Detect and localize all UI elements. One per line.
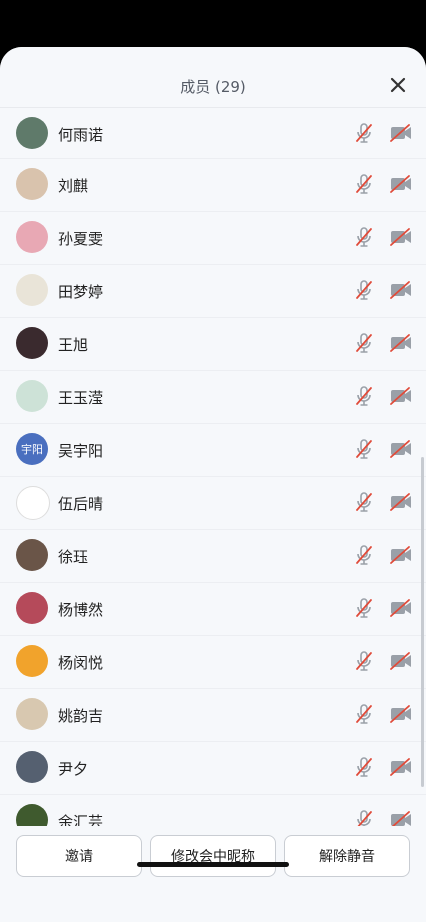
member-name: 伍后晴 [58,495,104,513]
mic-muted-icon[interactable] [352,490,376,514]
member-row[interactable]: 宇阳 吴宇阳 [0,424,426,477]
camera-off-icon[interactable] [388,808,414,826]
avatar [16,380,48,412]
mic-muted-icon[interactable] [352,649,376,673]
mic-muted-icon[interactable] [352,331,376,355]
member-name: 王玉滢 [58,389,104,407]
mic-muted-icon[interactable] [352,596,376,620]
member-name: 杨闵悦 [58,654,104,672]
camera-off-icon[interactable] [388,172,414,196]
member-row[interactable]: 伍后晴 [0,477,426,530]
avatar [16,751,48,783]
scrollbar[interactable] [421,457,424,787]
member-row[interactable]: 田梦婷 [0,265,426,318]
mic-muted-icon[interactable] [352,278,376,302]
member-row[interactable]: 杨博然 [0,583,426,636]
camera-off-icon[interactable] [388,331,414,355]
member-row[interactable]: 尹夕 [0,742,426,795]
member-name: 刘麒 [58,177,89,195]
camera-off-icon[interactable] [388,596,414,620]
member-row[interactable]: 孙夏雯 [0,212,426,265]
mic-muted-icon[interactable] [352,172,376,196]
home-indicator [137,862,289,867]
avatar [16,327,48,359]
avatar-text: 宇阳 [21,443,43,456]
camera-off-icon[interactable] [388,437,414,461]
camera-off-icon[interactable] [388,755,414,779]
mic-muted-icon[interactable] [352,437,376,461]
camera-off-icon[interactable] [388,543,414,567]
member-name: 杨博然 [58,601,104,619]
member-row[interactable]: 徐珏 [0,530,426,583]
close-icon [390,77,406,93]
member-name: 余汇芸 [58,813,104,826]
mic-muted-icon[interactable] [352,808,376,826]
camera-off-icon[interactable] [388,490,414,514]
members-sheet: 成员 (29) 何雨诺刘麒孙夏雯田梦婷王旭王玉滢宇阳 吴宇阳伍后晴徐珏杨博然杨闵悦… [0,47,426,922]
rename-button[interactable]: 修改会中昵称 [150,835,276,877]
camera-off-icon[interactable] [388,121,414,145]
avatar [16,698,48,730]
avatar [16,592,48,624]
avatar [16,486,50,520]
member-row[interactable]: 刘麒 [0,159,426,212]
member-row[interactable]: 杨闵悦 [0,636,426,689]
member-name: 尹夕 [58,760,89,778]
member-name: 田梦婷 [58,283,104,301]
member-name: 王旭 [58,336,89,354]
sheet-header: 成员 (29) [0,47,426,108]
mic-muted-icon[interactable] [352,225,376,249]
camera-off-icon[interactable] [388,225,414,249]
avatar [16,804,48,826]
avatar [16,274,48,306]
camera-off-icon[interactable] [388,384,414,408]
camera-off-icon[interactable] [388,278,414,302]
invite-button[interactable]: 邀请 [16,835,142,877]
avatar [16,117,48,149]
avatar [16,539,48,571]
member-name: 孙夏雯 [58,230,104,248]
member-name: 吴宇阳 [58,442,104,460]
member-row[interactable]: 何雨诺 [0,108,426,159]
camera-off-icon[interactable] [388,702,414,726]
unmute-all-button[interactable]: 解除静音 [284,835,410,877]
footer-actions: 邀请 修改会中昵称 解除静音 [0,827,426,922]
mic-muted-icon[interactable] [352,543,376,567]
avatar [16,645,48,677]
member-row[interactable]: 王玉滢 [0,371,426,424]
member-row[interactable]: 余汇芸 [0,795,426,826]
mic-muted-icon[interactable] [352,755,376,779]
mic-muted-icon[interactable] [352,121,376,145]
member-list[interactable]: 何雨诺刘麒孙夏雯田梦婷王旭王玉滢宇阳 吴宇阳伍后晴徐珏杨博然杨闵悦姚韵吉尹夕余汇芸 [0,108,426,826]
mic-muted-icon[interactable] [352,702,376,726]
member-row[interactable]: 姚韵吉 [0,689,426,742]
avatar [16,221,48,253]
avatar: 宇阳 [16,433,48,465]
member-name: 徐珏 [58,548,89,566]
member-name: 姚韵吉 [58,707,104,725]
page-title: 成员 (29) [180,78,246,96]
member-row[interactable]: 王旭 [0,318,426,371]
avatar [16,168,48,200]
close-button[interactable] [384,71,412,99]
member-name: 何雨诺 [58,126,104,144]
camera-off-icon[interactable] [388,649,414,673]
mic-muted-icon[interactable] [352,384,376,408]
